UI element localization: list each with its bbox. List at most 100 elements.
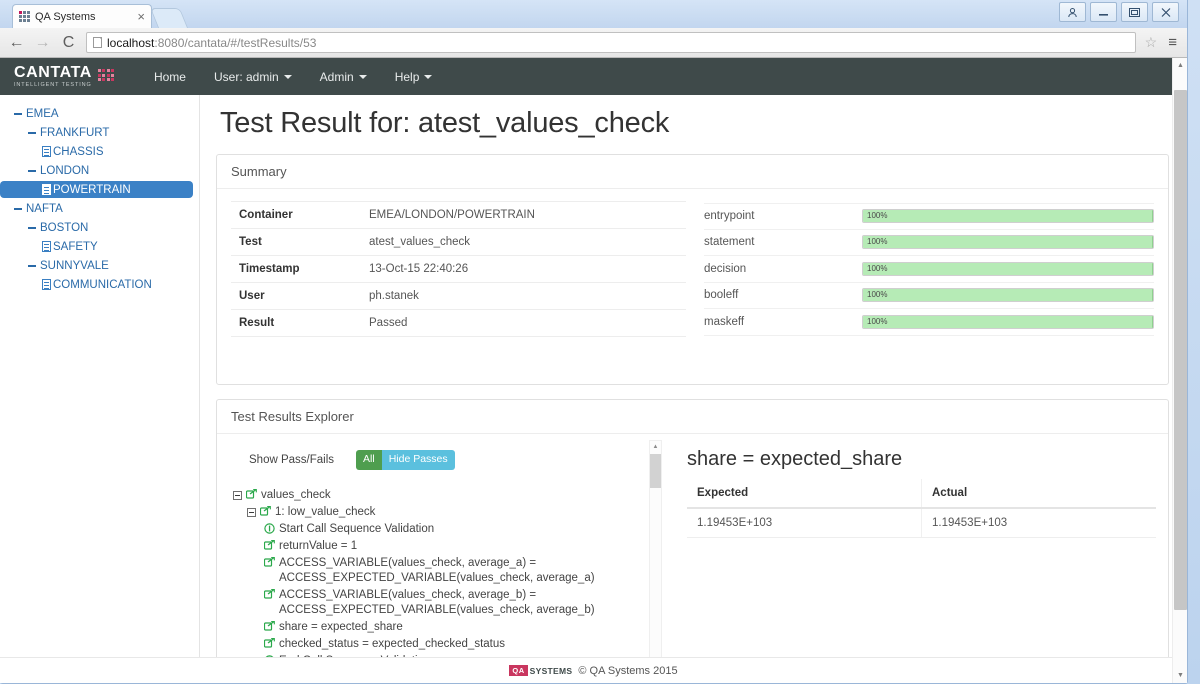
page-scroll-down-icon[interactable]: ▼ (1173, 668, 1187, 683)
coverage-progress-fill (863, 236, 1153, 249)
column-header-actual: Actual (921, 479, 1156, 509)
minimize-button[interactable] (1090, 2, 1117, 22)
scrollbar-thumb[interactable] (650, 454, 661, 488)
all-button[interactable]: All (356, 450, 382, 470)
coverage-row-maskeff: maskeff 100% (704, 309, 1154, 336)
address-bar[interactable]: localhost:8080/cantata/#/testResults/53 (86, 32, 1136, 53)
tab-close-icon[interactable]: × (137, 10, 145, 23)
cell-actual: 1.19453E+103 (921, 508, 1156, 538)
result-tree-row[interactable]: Start Call Sequence Validation (233, 522, 663, 539)
sidebar-node-label: NAFTA (26, 202, 63, 215)
pass-icon (245, 488, 257, 504)
nav-label: Home (153, 69, 186, 84)
page-scrollbar-thumb[interactable] (1174, 90, 1187, 610)
coverage-progress-fill (863, 262, 1153, 275)
pass-icon (263, 556, 275, 572)
collapse-toggle-icon[interactable] (14, 207, 22, 210)
sidebar-node-sunnyvale[interactable]: SUNNYVALE (0, 256, 199, 275)
back-icon[interactable]: ← (8, 34, 25, 51)
coverage-list: entrypoint 100% statement 100% decision 100% b… (704, 201, 1154, 372)
window-controls (1059, 2, 1179, 22)
sidebar-node-powertrain[interactable]: POWERTRAIN (0, 181, 193, 198)
result-tree-label: share = expected_share (279, 620, 403, 633)
coverage-label: maskeff (704, 315, 745, 328)
browser-tab[interactable]: QA Systems × (12, 4, 152, 28)
file-icon (42, 146, 51, 157)
result-tree-row[interactable]: returnValue = 1 (233, 539, 663, 556)
browser-window: QA Systems × ← → C localhost:8080/cantat… (0, 0, 1188, 684)
qa-logo-badge: QA (509, 665, 528, 676)
sidebar-node-communication[interactable]: COMMUNICATION (0, 275, 199, 294)
page-viewport: CANTATA INTELLIGENT TESTING Home User: a… (0, 58, 1187, 683)
result-tree-label: ACCESS_VARIABLE(values_check, average_b)… (279, 588, 595, 617)
cantata-logo[interactable]: CANTATA INTELLIGENT TESTING (14, 63, 116, 89)
detail-pane: share = expected_share Expected Actual 1… (672, 434, 1168, 683)
sidebar-node-label: SAFETY (53, 240, 98, 253)
page-scroll-up-icon[interactable]: ▲ (1173, 58, 1187, 73)
coverage-progress-bar: 100% (862, 261, 1154, 276)
nav-label: Help (394, 69, 420, 84)
new-tab-button[interactable] (149, 8, 189, 28)
nav-item-home[interactable]: Home (140, 58, 200, 95)
sidebar-node-frankfurt[interactable]: FRANKFURT (0, 123, 199, 142)
result-tree-label: 1: low_value_check (275, 505, 376, 518)
coverage-label: statement (704, 236, 755, 249)
collapse-toggle-icon[interactable] (28, 169, 36, 172)
sidebar-container-tree: EMEA FRANKFURT CHASSIS LONDON POWERTRAIN NAFT… (0, 95, 200, 683)
result-tree-row[interactable]: share = expected_share (233, 620, 663, 637)
reload-icon[interactable]: C (60, 34, 77, 51)
main-content: Test Result for: atest_values_check Summ… (200, 95, 1187, 683)
coverage-progress-fill (863, 315, 1153, 328)
result-tree-row[interactable]: values_check (233, 488, 663, 505)
user-button[interactable] (1059, 2, 1086, 22)
forward-icon[interactable]: → (34, 34, 51, 51)
sidebar-node-safety[interactable]: SAFETY (0, 237, 199, 256)
sidebar-node-emea[interactable]: EMEA (0, 104, 199, 123)
result-tree-row[interactable]: checked_status = expected_checked_status (233, 637, 663, 654)
explorer-panel: Test Results Explorer Show Pass/Fails Al… (216, 399, 1169, 683)
sidebar-node-boston[interactable]: BOSTON (0, 218, 199, 237)
coverage-percent-text: 100% (867, 316, 888, 326)
sidebar-node-nafta[interactable]: NAFTA (0, 199, 199, 218)
favicon-icon (19, 11, 30, 22)
close-button[interactable] (1152, 2, 1179, 22)
explorer-heading: Test Results Explorer (217, 400, 1168, 434)
collapse-box-icon[interactable] (247, 507, 256, 517)
explorer-scrollbar[interactable]: ▲ ▼ (649, 440, 662, 678)
summary-key: Result (239, 317, 275, 329)
hamburger-menu-icon[interactable]: ≡ (1166, 34, 1179, 51)
scroll-up-icon[interactable]: ▲ (650, 441, 661, 452)
summary-value: Passed (369, 317, 408, 329)
collapse-toggle-icon[interactable] (28, 264, 36, 267)
collapse-box-icon[interactable] (233, 490, 242, 500)
brand-name: CANTATA (14, 63, 92, 81)
page-info-icon (93, 37, 102, 48)
collapse-toggle-icon[interactable] (14, 112, 22, 115)
hide-passes-button[interactable]: Hide Passes (381, 450, 455, 470)
collapse-toggle-icon[interactable] (28, 226, 36, 229)
nav-item-help[interactable]: Help (381, 58, 447, 95)
sidebar-node-label: POWERTRAIN (53, 183, 131, 196)
coverage-progress-bar: 100% (862, 288, 1154, 303)
nav-item-admin[interactable]: Admin (306, 58, 381, 95)
result-tree-row[interactable]: ACCESS_VARIABLE(values_check, average_a)… (233, 556, 663, 588)
nav-label: Admin (319, 69, 354, 84)
nav-label: User: admin (213, 69, 279, 84)
page-scrollbar[interactable]: ▲ ▼ (1172, 58, 1187, 683)
sidebar-node-london[interactable]: LONDON (0, 161, 199, 180)
table-header-row: Expected Actual (687, 479, 1156, 509)
result-tree-label: Start Call Sequence Validation (279, 522, 435, 535)
page-footer: QA SYSTEMS © QA Systems 2015 (0, 657, 1187, 683)
maximize-button[interactable] (1121, 2, 1148, 22)
collapse-toggle-icon[interactable] (28, 131, 36, 134)
chevron-down-icon (424, 74, 433, 79)
coverage-progress-bar: 100% (862, 235, 1154, 250)
summary-row: User ph.stanek (231, 283, 686, 310)
bookmark-star-icon[interactable]: ☆ (1145, 34, 1158, 51)
url-host: localhost (107, 35, 155, 50)
nav-item-user[interactable]: User: admin (200, 58, 306, 95)
result-tree-row[interactable]: 1: low_value_check (233, 505, 663, 522)
coverage-progress-fill (863, 289, 1153, 302)
result-tree-row[interactable]: ACCESS_VARIABLE(values_check, average_b)… (233, 588, 663, 620)
sidebar-node-chassis[interactable]: CHASSIS (0, 142, 199, 161)
